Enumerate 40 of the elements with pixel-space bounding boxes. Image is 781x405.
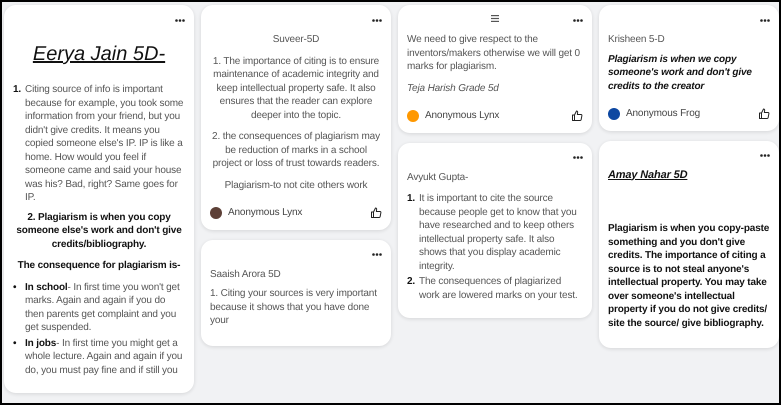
post-text: Plagiarism-to not cite others work bbox=[224, 178, 368, 192]
bullet-marker: • bbox=[13, 336, 18, 350]
more-options-icon[interactable] bbox=[175, 18, 185, 22]
post-text: Saaish Arora 5D bbox=[210, 268, 282, 281]
more-options-icon[interactable] bbox=[372, 18, 382, 22]
author-name: Anonymous Lynx bbox=[228, 206, 302, 220]
more-options-icon[interactable] bbox=[760, 154, 770, 157]
list-number: 2. bbox=[407, 275, 416, 289]
post-text: Avyukt Gupta- bbox=[407, 170, 470, 184]
thumbs-up-icon[interactable] bbox=[571, 110, 583, 122]
list-item-text: The consequences of plagiarized work are lowered marks on your test. bbox=[419, 275, 579, 302]
post-text: Plagiarism is when you copy-paste something and you don't give credits. The importance of citing a source is to not steal anyone's intellectual property. You may take over someone's intellectual property if you do not give credits/ site the source/ give bibliography. bbox=[608, 222, 770, 330]
post-text: Krisheen 5-D bbox=[608, 33, 666, 46]
more-options-icon[interactable] bbox=[573, 18, 583, 22]
post-text: 2. the consequences of plagiarism may be reduction of marks in a school project or loss of trust towards readers. bbox=[211, 130, 381, 170]
post-title: Eerya Jain 5D- bbox=[32, 42, 166, 67]
list-item-text: In school- In first time you won't get marks. Again and again if you do then parents get complaint and you get suspended. bbox=[25, 280, 181, 334]
post-text: 2. Plagiarism is when you copy someone else's work and don't give credits/bibliography. bbox=[15, 210, 183, 251]
author-name: Anonymous Frog bbox=[626, 107, 700, 120]
more-options-icon[interactable] bbox=[372, 253, 382, 256]
more-options-icon[interactable] bbox=[573, 156, 583, 159]
author-name: Anonymous Lynx bbox=[425, 109, 500, 122]
post-text: We need to give respect to the inventors/makers otherwise we will get 0 marks for plagiarism. bbox=[407, 33, 581, 74]
bullet-marker: • bbox=[13, 280, 18, 294]
list-item-text: It is important to cite the source because people get to know that you have researched and to keep others intellectual property safe. It also shows that you display academic integrity. bbox=[419, 192, 578, 273]
post-text: Plagiarism is when we copy someone's work and don't give credits to the creator bbox=[608, 52, 753, 93]
post-text: 1. Citing your sources is very important because it shows that you have done your bbox=[210, 287, 378, 328]
post-text: Suveer-5D bbox=[272, 33, 320, 46]
thumbs-up-icon[interactable] bbox=[370, 206, 382, 219]
post-title: Amay Nahar 5D bbox=[608, 168, 688, 182]
list-item-text: Citing source of info is important because for example, you took some information from your friend, but you didn't give credits. It means you copied someone else's IP. IP is like a home. How would you feel if someone came and said your house was his? Bad, right? Same goes for IP. bbox=[25, 83, 184, 204]
post-text: Teja Harish Grade 5d bbox=[407, 82, 500, 95]
post-text: 1. The importance of citing is to ensure maintenance of academic integrity and keep intellectual property safe. It also ensures that the reader can explore deeper into the topic. bbox=[212, 54, 380, 122]
drag-handle-icon[interactable] bbox=[491, 15, 499, 22]
post-text: The consequence for plagiarism is- bbox=[16, 259, 182, 272]
list-item-text: In jobs- In first time you might get a whole lecture. Again and again if you do, you must pay fine and if still you bbox=[25, 336, 184, 377]
list-number: 1. bbox=[13, 83, 22, 97]
thumbs-up-icon[interactable] bbox=[758, 108, 770, 120]
more-options-icon[interactable] bbox=[760, 18, 770, 22]
list-number: 1. bbox=[407, 192, 416, 206]
